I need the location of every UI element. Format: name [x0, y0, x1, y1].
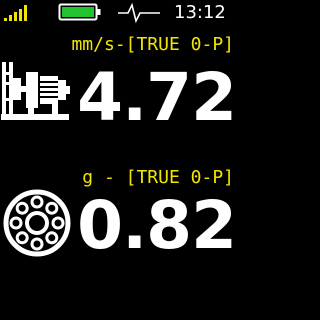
- clock-time: 13:12: [174, 2, 226, 23]
- battery-icon: [58, 3, 101, 21]
- acceleration-unit-label: g - [TRUE 0-P]: [82, 167, 234, 188]
- velocity-unit-label: mm/s-[TRUE 0-P]: [71, 34, 234, 55]
- acceleration-value: 0.82: [77, 187, 237, 264]
- machine-train-icon: [1, 62, 70, 120]
- signal-strength-icon: [4, 5, 27, 21]
- pulse-waveform-icon: [118, 2, 160, 24]
- velocity-value: 4.72: [77, 59, 237, 136]
- bearing-icon: [3, 189, 71, 257]
- status-bar: 13:12: [0, 0, 240, 28]
